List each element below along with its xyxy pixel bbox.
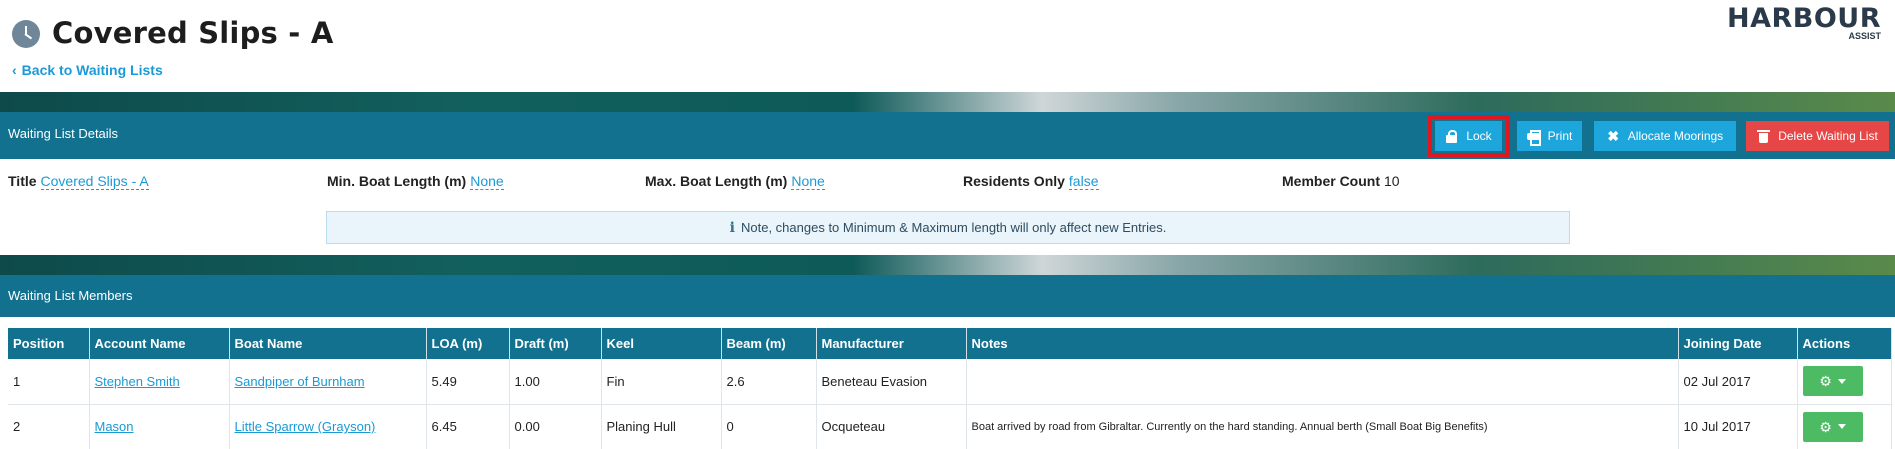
residents-only-field: Residents Only false (963, 173, 1099, 190)
cell-position: 2 (8, 404, 90, 449)
waiting-list-members-bar: Waiting List Members (0, 275, 1895, 317)
lock-button[interactable]: Lock (1435, 121, 1502, 151)
allocate-icon: ✖ (1607, 128, 1620, 144)
row-actions-button[interactable]: ⚙ (1802, 411, 1863, 442)
aerial-banner-top (0, 92, 1895, 112)
back-to-waiting-lists-link[interactable]: ‹ Back to Waiting Lists (12, 62, 163, 78)
col-keel[interactable]: Keel (601, 328, 722, 359)
cell-manufacturer: Beneteau Evasion (816, 359, 967, 405)
lock-icon (1445, 130, 1458, 143)
residents-only-label: Residents Only (963, 173, 1065, 189)
delete-button-label: Delete Waiting List (1778, 129, 1878, 143)
title-value[interactable]: Covered Slips - A (40, 173, 149, 190)
members-section-title: Waiting List Members (8, 288, 133, 303)
cell-boat-name[interactable]: Sandpiper of Burnham (229, 359, 427, 405)
aerial-banner-bottom (0, 255, 1895, 275)
clock-icon (12, 20, 40, 48)
info-icon: i (729, 219, 735, 236)
print-button[interactable]: Print (1517, 121, 1582, 151)
cell-notes: Boat arrived by road from Gibraltar. Cur… (966, 404, 1679, 449)
caret-down-icon (1837, 378, 1846, 384)
allocate-button-label: Allocate Moorings (1627, 129, 1724, 143)
page-header: Covered Slips - A ‹ Back to Waiting Lists… (0, 0, 1895, 92)
account-link[interactable]: Stephen Smith (95, 374, 180, 389)
row-actions-button[interactable]: ⚙ (1802, 366, 1863, 397)
col-position[interactable]: Position (8, 328, 90, 359)
waiting-list-details-bar: Waiting List Details Lock Print ✖ Alloca… (0, 112, 1895, 159)
cell-draft: 0.00 (509, 404, 602, 449)
cell-manufacturer: Ocqueteau (816, 404, 967, 449)
cell-actions: ⚙ (1797, 359, 1892, 405)
table-row: 2 Mason Little Sparrow (Grayson) 6.45 0.… (8, 404, 1892, 449)
brand-name: HARBOUR (1726, 3, 1881, 34)
gear-icon: ⚙ (1819, 418, 1832, 435)
member-count-value: 10 (1384, 173, 1400, 189)
page-title: Covered Slips - A (52, 16, 334, 50)
max-length-field: Max. Boat Length (m) None (645, 173, 825, 190)
col-boat-name[interactable]: Boat Name (229, 328, 427, 359)
cell-keel: Fin (601, 359, 722, 405)
residents-only-value[interactable]: false (1068, 173, 1099, 190)
details-panel: Title Covered Slips - A Min. Boat Length … (0, 159, 1895, 255)
caret-down-icon (1837, 424, 1846, 429)
col-joining-date[interactable]: Joining Date (1678, 328, 1798, 359)
min-length-field: Min. Boat Length (m) None (327, 173, 504, 190)
cell-joining-date: 10 Jul 2017 (1678, 404, 1798, 449)
boat-link[interactable]: Sandpiper of Burnham (235, 374, 365, 389)
cell-joining-date: 02 Jul 2017 (1678, 359, 1798, 405)
allocate-moorings-button[interactable]: ✖ Allocate Moorings (1594, 121, 1736, 151)
col-beam[interactable]: Beam (m) (721, 328, 817, 359)
length-change-note: i Note, changes to Minimum & Maximum len… (326, 211, 1570, 244)
max-length-label: Max. Boat Length (m) (645, 173, 788, 189)
table-header-row: Position Account Name Boat Name LOA (m) … (8, 328, 1892, 359)
trash-icon (1757, 130, 1771, 143)
details-section-title: Waiting List Details (8, 126, 119, 141)
col-loa[interactable]: LOA (m) (426, 328, 510, 359)
members-table: Position Account Name Boat Name LOA (m) … (8, 328, 1892, 449)
cell-keel: Planing Hull (601, 404, 722, 449)
col-account-name[interactable]: Account Name (89, 328, 230, 359)
cell-loa: 6.45 (426, 404, 510, 449)
cell-account-name[interactable]: Mason (89, 404, 230, 449)
member-count-field: Member Count 10 (1282, 173, 1400, 189)
title-label: Title (8, 173, 37, 189)
cell-beam: 0 (721, 404, 817, 449)
cell-beam: 2.6 (721, 359, 817, 405)
title-field: Title Covered Slips - A (8, 173, 149, 190)
cell-account-name[interactable]: Stephen Smith (89, 359, 230, 405)
min-length-value[interactable]: None (470, 173, 504, 190)
members-table-wrap: Position Account Name Boat Name LOA (m) … (8, 328, 1892, 449)
brand-logo: HARBOUR ASSIST (1726, 3, 1881, 42)
max-length-value[interactable]: None (791, 173, 825, 190)
cell-loa: 5.49 (426, 359, 510, 405)
cell-notes (966, 359, 1679, 405)
delete-waiting-list-button[interactable]: Delete Waiting List (1746, 121, 1889, 151)
print-button-label: Print (1547, 129, 1573, 143)
col-manufacturer[interactable]: Manufacturer (816, 328, 967, 359)
col-actions: Actions (1797, 328, 1892, 359)
lock-button-label: Lock (1466, 129, 1492, 143)
cell-boat-name[interactable]: Little Sparrow (Grayson) (229, 404, 427, 449)
back-link-label: Back to Waiting Lists (21, 62, 163, 78)
boat-link[interactable]: Little Sparrow (Grayson) (235, 419, 376, 434)
gear-icon: ⚙ (1819, 373, 1832, 390)
cell-actions: ⚙ (1797, 404, 1892, 449)
account-link[interactable]: Mason (95, 419, 134, 434)
col-notes[interactable]: Notes (966, 328, 1679, 359)
chevron-left-icon: ‹ (12, 62, 17, 78)
cell-draft: 1.00 (509, 359, 602, 405)
print-icon (1526, 130, 1541, 146)
col-draft[interactable]: Draft (m) (509, 328, 602, 359)
member-count-label: Member Count (1282, 173, 1380, 189)
min-length-label: Min. Boat Length (m) (327, 173, 467, 189)
note-text: Note, changes to Minimum & Maximum lengt… (741, 220, 1167, 235)
cell-position: 1 (8, 359, 90, 405)
table-row: 1 Stephen Smith Sandpiper of Burnham 5.4… (8, 359, 1892, 405)
